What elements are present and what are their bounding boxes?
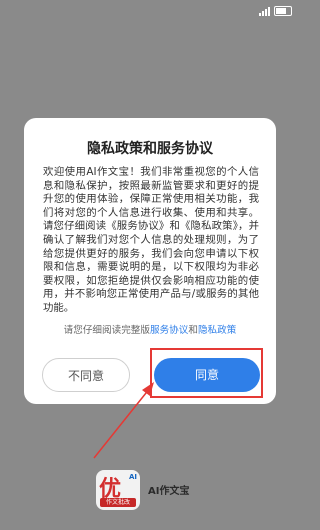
logo-banner: 作文批改 [100, 498, 136, 507]
signal-icon [259, 6, 270, 16]
link-and-text: 和 [188, 325, 198, 336]
highlight-box [150, 348, 263, 398]
status-bar [0, 0, 300, 24]
dialog-title: 隐私政策和服务协议 [87, 141, 213, 157]
link-prefix-text: 请您仔细阅读完整版 [63, 325, 150, 336]
dialog-body-text: 欢迎使用AI作文宝！我们非常重视您的个人信息和隐私保护，按照最新监管要求和更好的… [43, 166, 259, 314]
logo-ai-badge: AI [128, 473, 137, 481]
app-logo: 优 AI 作文批改 [96, 470, 140, 510]
agreement-links: 请您仔细阅读完整版服务协议和隐私政策 [24, 322, 276, 336]
service-agreement-link[interactable]: 服务协议 [150, 325, 188, 336]
battery-icon [274, 6, 292, 16]
app-name: AI作文宝 [148, 486, 190, 497]
privacy-policy-link[interactable]: 隐私政策 [198, 325, 236, 336]
status-icons [259, 6, 292, 16]
pointer-arrow-icon [93, 382, 154, 459]
